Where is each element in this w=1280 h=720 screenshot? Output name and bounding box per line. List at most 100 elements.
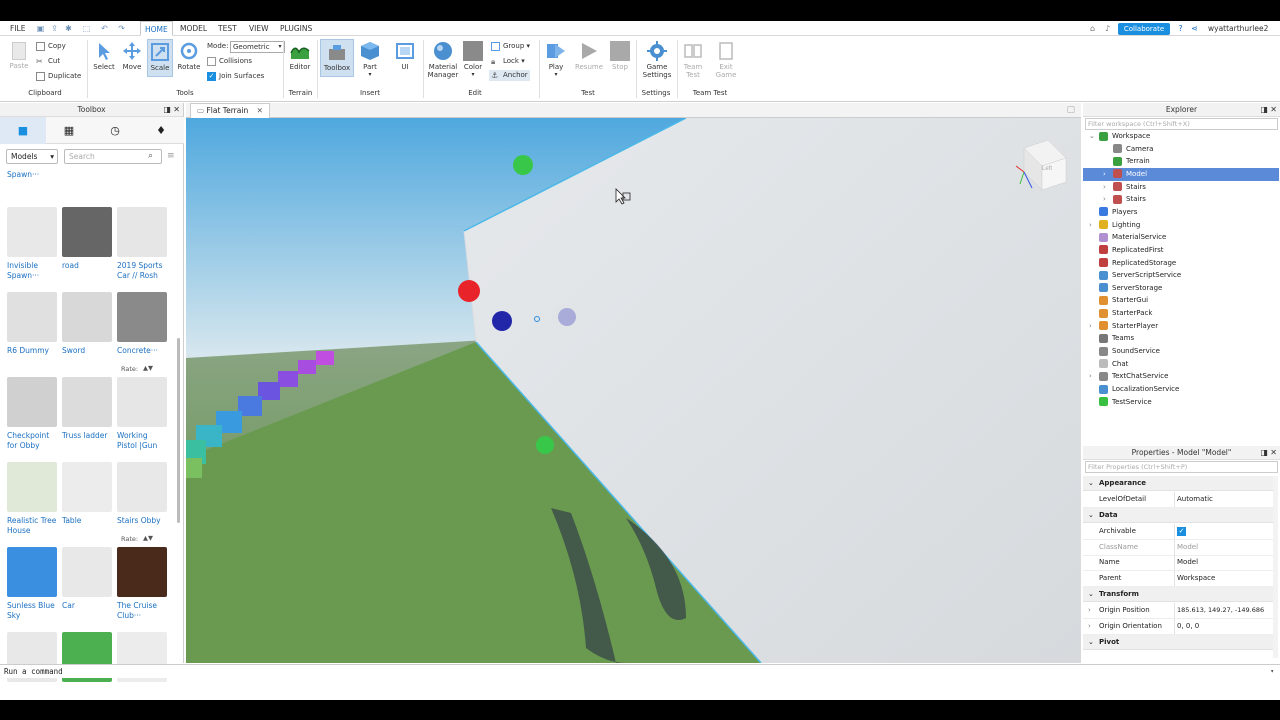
move-tool[interactable]: Move bbox=[120, 41, 144, 71]
color-button[interactable]: Color ▾ bbox=[462, 41, 484, 78]
chevron-down-icon[interactable]: ▾ bbox=[1270, 665, 1274, 678]
exit-game-button[interactable]: Exit Game bbox=[712, 41, 740, 79]
chevron-down-icon[interactable]: ⌄ bbox=[1089, 130, 1095, 143]
close-icon[interactable]: ✕ bbox=[1270, 446, 1277, 460]
document-tab[interactable]: ▭ Flat Terrain ✕ bbox=[190, 103, 270, 118]
paste-button[interactable]: Paste bbox=[6, 42, 32, 70]
explorer-item[interactable]: ⌄ Workspace bbox=[1083, 130, 1279, 143]
explorer-item[interactable]: › Model bbox=[1083, 167, 1279, 181]
section-appearance[interactable]: ⌄ Appearance bbox=[1083, 476, 1273, 491]
scale-handle-green-bottom[interactable] bbox=[536, 436, 554, 454]
toolbox-item[interactable]: Sword bbox=[62, 292, 114, 356]
rotate-tool[interactable]: Rotate bbox=[176, 41, 202, 71]
tab-home[interactable]: HOME bbox=[140, 21, 173, 36]
tab-plugins[interactable]: PLUGINS bbox=[280, 21, 312, 36]
redo-icon[interactable]: ↷ bbox=[117, 24, 126, 33]
explorer-item[interactable]: StarterGui bbox=[1083, 294, 1279, 307]
toolbox-item[interactable]: Truss ladder bbox=[62, 377, 114, 441]
settings-quick-icon[interactable]: ✱ bbox=[64, 24, 73, 33]
section-data[interactable]: ⌄ Data bbox=[1083, 508, 1273, 523]
archivable-checkbox[interactable]: ✓ bbox=[1177, 527, 1186, 536]
close-icon[interactable]: ✕ bbox=[257, 106, 263, 115]
notification-icon[interactable]: ♪ bbox=[1103, 24, 1112, 33]
file-menu[interactable]: FILE bbox=[10, 21, 25, 36]
share-icon[interactable]: ⇪ bbox=[50, 24, 59, 33]
join-surfaces-checkbox[interactable]: ✓ bbox=[207, 71, 216, 81]
explorer-item[interactable]: ReplicatedFirst bbox=[1083, 244, 1279, 257]
chevron-right-icon[interactable]: › bbox=[1089, 370, 1092, 383]
tab-model[interactable]: MODEL bbox=[180, 21, 207, 36]
anchor-button[interactable]: ⚓ Anchor bbox=[489, 70, 530, 81]
prop-value[interactable]: Automatic bbox=[1177, 492, 1213, 507]
tab-view[interactable]: VIEW bbox=[249, 21, 269, 36]
toolbox-item[interactable]: road bbox=[62, 207, 114, 271]
section-transform[interactable]: ⌄ Transform bbox=[1083, 587, 1273, 602]
partial-item-label[interactable]: Spawn··· bbox=[7, 170, 39, 179]
explorer-item[interactable]: LocalizationService bbox=[1083, 383, 1279, 396]
prop-level-of-detail[interactable]: LevelOfDetail Automatic bbox=[1083, 492, 1273, 508]
chevron-right-icon[interactable]: › bbox=[1103, 168, 1106, 181]
chevron-right-icon[interactable]: › bbox=[1089, 219, 1092, 232]
material-manager-button[interactable]: Material Manager bbox=[425, 41, 461, 79]
mode-dropdown[interactable]: Geometric ▾ bbox=[230, 41, 285, 53]
explorer-item[interactable]: SoundService bbox=[1083, 345, 1279, 358]
section-pivot[interactable]: ⌄ Pivot bbox=[1083, 635, 1273, 650]
prop-value[interactable]: Workspace bbox=[1177, 571, 1215, 586]
explorer-item[interactable]: Camera bbox=[1083, 143, 1279, 156]
toolbox-item[interactable]: Concrete··· bbox=[117, 292, 169, 356]
toolbox-item[interactable]: Working Pistol |Gun bbox=[117, 377, 169, 451]
3d-scene[interactable]: Left bbox=[186, 118, 1081, 663]
prop-origin-position[interactable]: › Origin Position 185.613, 149.27, -149.68… bbox=[1083, 603, 1273, 619]
toolbox-item[interactable]: Invisible Spawn··· bbox=[7, 207, 59, 281]
explorer-item[interactable]: StarterPack bbox=[1083, 307, 1279, 320]
scale-handle-blue-far[interactable] bbox=[558, 308, 576, 326]
scale-handle-red[interactable] bbox=[458, 280, 480, 302]
filter-icon[interactable]: ≡ bbox=[167, 151, 175, 161]
prop-archivable[interactable]: Archivable ✓ bbox=[1083, 524, 1273, 540]
toolbox-item[interactable]: Sunless Blue Sky bbox=[7, 547, 59, 621]
prop-name-row[interactable]: Name Model bbox=[1083, 555, 1273, 571]
tab-recent[interactable]: ◷ bbox=[92, 117, 138, 144]
collisions-checkbox[interactable] bbox=[207, 56, 216, 66]
prop-value[interactable]: 185.613, 149.27, -149.686 bbox=[1177, 603, 1264, 618]
chevron-right-icon[interactable]: › bbox=[1088, 603, 1091, 618]
prop-value[interactable]: Model bbox=[1177, 555, 1198, 570]
publish-icon[interactable]: ⬚ bbox=[82, 24, 91, 33]
undock-icon[interactable]: ◨ bbox=[163, 103, 171, 117]
explorer-item[interactable]: › Stairs bbox=[1083, 193, 1279, 206]
group-button[interactable]: Group ▾ bbox=[491, 41, 530, 52]
toolbox-item[interactable]: R6 Dummy bbox=[7, 292, 59, 356]
select-tool[interactable]: Select bbox=[92, 41, 116, 71]
cut-button[interactable]: ✂ Cut bbox=[36, 56, 60, 67]
copy-button[interactable]: Copy bbox=[36, 41, 66, 52]
join-surfaces-toggle[interactable]: ✓ Join Surfaces bbox=[207, 71, 264, 82]
explorer-item[interactable]: MaterialService bbox=[1083, 231, 1279, 244]
explorer-item[interactable]: TestService bbox=[1083, 396, 1279, 409]
search-icon[interactable]: ⌕ bbox=[148, 151, 153, 161]
prop-parent[interactable]: Parent Workspace bbox=[1083, 571, 1273, 587]
resume-button[interactable]: Resume bbox=[574, 41, 604, 71]
part-button[interactable]: Part ▾ bbox=[358, 41, 382, 78]
toolbox-button[interactable]: Toolbox bbox=[320, 39, 354, 77]
explorer-item[interactable]: › Lighting bbox=[1083, 219, 1279, 232]
toolbox-item[interactable]: 2019 Sports Car // Rosh bbox=[117, 207, 169, 281]
close-icon[interactable]: ✕ bbox=[173, 103, 180, 117]
toolbox-item[interactable]: Car bbox=[62, 547, 114, 611]
explorer-item[interactable]: Terrain bbox=[1083, 155, 1279, 168]
explorer-item[interactable]: ServerScriptService bbox=[1083, 269, 1279, 282]
category-dropdown[interactable]: Models ▾ bbox=[6, 149, 58, 164]
tab-marketplace[interactable]: ■ bbox=[0, 117, 46, 144]
explorer-item[interactable]: › Stairs bbox=[1083, 181, 1279, 194]
collaborate-button[interactable]: Collaborate bbox=[1118, 23, 1170, 35]
thumbs-up-down-icon[interactable]: ▲▼ bbox=[143, 534, 153, 542]
home-icon[interactable]: ⌂ bbox=[1088, 24, 1097, 33]
team-test-button[interactable]: Team Test bbox=[680, 41, 706, 79]
tab-inventory[interactable]: ▦ bbox=[46, 117, 92, 144]
explorer-item[interactable]: ReplicatedStorage bbox=[1083, 257, 1279, 270]
explorer-item[interactable]: Teams bbox=[1083, 332, 1279, 345]
lock-button[interactable]: 🔒︎ Lock ▾ bbox=[491, 56, 525, 67]
scale-handle-green-top[interactable] bbox=[513, 155, 533, 175]
close-icon[interactable]: ✕ bbox=[1270, 103, 1277, 117]
username[interactable]: wyattarthurlee2 bbox=[1208, 21, 1268, 36]
help-icon[interactable]: ? bbox=[1176, 24, 1185, 33]
